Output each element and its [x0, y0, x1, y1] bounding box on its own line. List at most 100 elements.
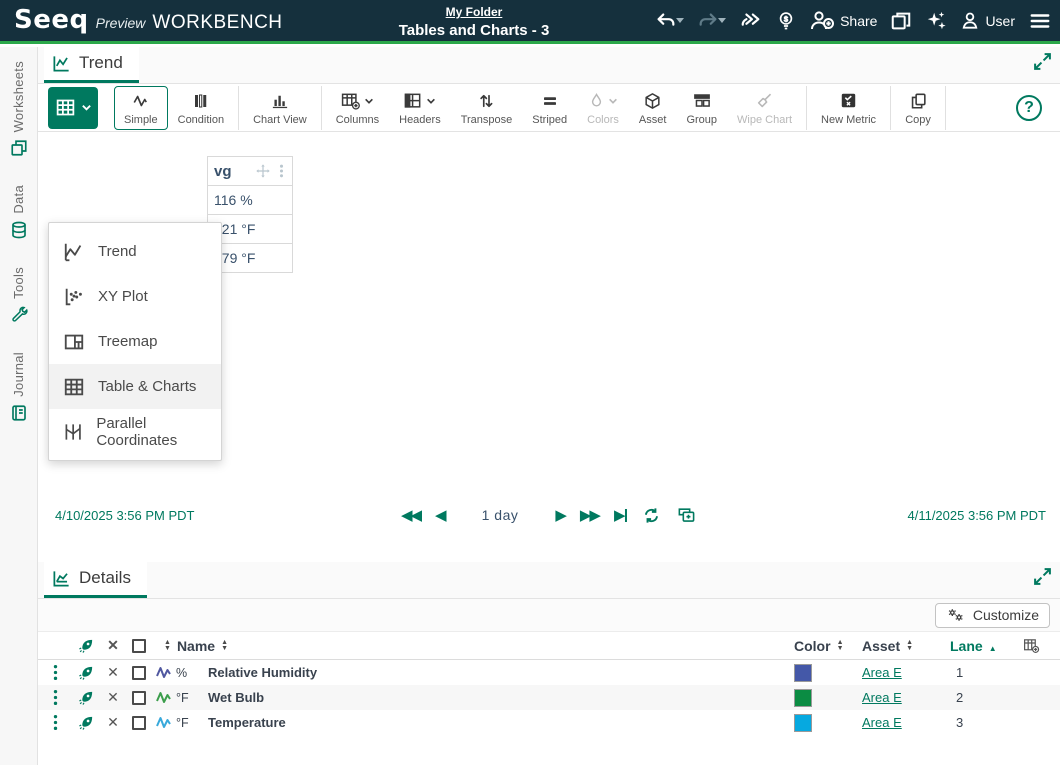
worksheets-overview-button[interactable]: [890, 10, 912, 32]
investigate-button[interactable]: [72, 689, 100, 706]
sort-icon[interactable]: [837, 640, 844, 651]
logo-text: Seeq: [14, 7, 89, 33]
remove-button[interactable]: [100, 714, 126, 731]
sort-icon[interactable]: [221, 640, 228, 651]
asset-link[interactable]: Area E: [862, 715, 902, 730]
toolbar-headers-button[interactable]: Headers: [389, 86, 451, 130]
color-swatch[interactable]: [794, 689, 812, 707]
menu-item-xy-plot[interactable]: XY Plot: [49, 274, 221, 319]
select-all-checkbox[interactable]: [126, 639, 152, 653]
menu-item-treemap[interactable]: Treemap: [49, 319, 221, 364]
toolbar-chart-view-button[interactable]: Chart View: [243, 86, 317, 130]
rocket-icon: [78, 637, 95, 654]
investigate-all-button[interactable]: [72, 637, 100, 654]
sidebar-item-tools[interactable]: Tools: [10, 267, 28, 324]
customize-button[interactable]: Customize: [935, 603, 1050, 628]
row-checkbox[interactable]: [126, 716, 152, 730]
toolbar-wipe-chart-button[interactable]: Wipe Chart: [727, 86, 802, 130]
seeq-logo[interactable]: Seeq Preview WORKBENCH: [0, 7, 283, 34]
columns-icon: [340, 91, 361, 111]
undo-button[interactable]: [655, 10, 684, 32]
step-forward-full-button[interactable]: ▶▶: [580, 506, 599, 524]
remove-button[interactable]: [100, 664, 126, 681]
toolbar-transpose-button[interactable]: Transpose: [451, 86, 523, 130]
kebab-icon: [53, 714, 58, 731]
step-back-full-button[interactable]: ◀◀: [401, 506, 420, 524]
row-menu-button[interactable]: [38, 664, 72, 681]
column-header-color[interactable]: Color: [794, 638, 862, 654]
sort-icon[interactable]: [164, 640, 171, 651]
sort-ascending-icon: [989, 638, 997, 654]
help-button[interactable]: ?: [1016, 95, 1042, 121]
share-button[interactable]: Share: [809, 10, 877, 32]
toolbar-condition-button[interactable]: Condition: [168, 86, 234, 130]
customize-label: Customize: [973, 607, 1039, 623]
trend-expand-button[interactable]: [1033, 52, 1052, 71]
details-expand-button[interactable]: [1033, 567, 1052, 586]
row-menu-button[interactable]: [38, 714, 72, 731]
investigate-button[interactable]: [72, 664, 100, 681]
toolbar-columns-button[interactable]: Columns: [326, 86, 389, 130]
sidebar-item-data[interactable]: Data: [10, 185, 28, 239]
undo-caret-icon[interactable]: [676, 18, 684, 23]
asset-link[interactable]: Area E: [862, 665, 902, 680]
remove-all-button[interactable]: [100, 637, 126, 654]
workbench-label: WORKBENCH: [152, 12, 282, 34]
add-column-button[interactable]: [1005, 637, 1060, 654]
toolbar-simple-button[interactable]: Simple: [114, 86, 168, 130]
toolbar-asset-button[interactable]: Asset: [629, 86, 677, 130]
remove-button[interactable]: [100, 689, 126, 706]
step-to-end-button[interactable]: ▶: [614, 506, 627, 524]
sidebar-item-worksheets[interactable]: Worksheets: [10, 61, 28, 157]
toolbar-colors-button[interactable]: Colors: [577, 86, 629, 130]
trend-tab-label: Trend: [79, 53, 123, 73]
item-name[interactable]: Relative Humidity: [202, 665, 794, 680]
toolbar-new-metric-button[interactable]: New Metric: [811, 86, 886, 130]
menu-item-table-charts[interactable]: Table & Charts: [49, 364, 221, 409]
item-name[interactable]: Temperature: [202, 715, 794, 730]
auto-update-icon[interactable]: [642, 506, 661, 525]
color-swatch[interactable]: [794, 664, 812, 682]
sidebar-item-journal[interactable]: Journal: [10, 352, 28, 422]
row-checkbox[interactable]: [126, 666, 152, 680]
view-selector-button[interactable]: [48, 87, 98, 129]
column-menu-icon[interactable]: [275, 163, 288, 179]
step-back-half-button[interactable]: ◀: [435, 506, 445, 524]
sort-icon[interactable]: [906, 640, 913, 651]
redo-caret-icon[interactable]: [718, 18, 726, 23]
item-name[interactable]: Wet Bulb: [202, 690, 794, 705]
summary-table-cell[interactable]: 116 %: [207, 186, 293, 215]
striped-icon: [541, 92, 559, 110]
display-range-end[interactable]: 4/11/2025 3:56 PM PDT: [907, 508, 1046, 523]
redo-button[interactable]: [697, 10, 726, 32]
color-swatch[interactable]: [794, 714, 812, 732]
asset-link[interactable]: Area E: [862, 690, 902, 705]
tab-details[interactable]: Details: [44, 561, 147, 598]
fast-follow-button[interactable]: [739, 10, 763, 32]
duration-label[interactable]: 1 day: [482, 507, 519, 523]
investigate-button[interactable]: [72, 714, 100, 731]
toolbar-group-button[interactable]: Group: [676, 86, 727, 130]
menu-item-trend[interactable]: Trend: [49, 229, 221, 274]
toolbar-copy-button[interactable]: Copy: [895, 86, 941, 130]
display-range-start[interactable]: 4/10/2025 3:56 PM PDT: [55, 508, 194, 523]
user-menu-button[interactable]: User: [960, 10, 1015, 32]
menu-item-parallel-coordinates[interactable]: Parallel Coordinates: [49, 409, 221, 454]
tab-trend[interactable]: Trend: [44, 46, 139, 83]
move-icon[interactable]: [255, 163, 271, 179]
trend-timebar: 4/10/2025 3:56 PM PDT ◀◀ ◀ 1 day ▶ ▶▶ ▶ …: [38, 500, 1060, 530]
toolbar-striped-button[interactable]: Striped: [522, 86, 577, 130]
breadcrumb-folder-link[interactable]: My Folder: [446, 5, 503, 19]
step-forward-half-button[interactable]: ▶: [555, 506, 565, 524]
toolbar-striped-label: Striped: [532, 114, 567, 126]
capture-range-icon[interactable]: [676, 506, 697, 525]
column-header-name[interactable]: Name: [177, 638, 215, 654]
value-capture-button[interactable]: $: [776, 9, 796, 33]
row-checkbox[interactable]: [126, 691, 152, 705]
main-menu-button[interactable]: [1028, 10, 1052, 32]
row-menu-button[interactable]: [38, 689, 72, 706]
summary-table-header-cell[interactable]: vg: [207, 156, 293, 186]
column-header-asset[interactable]: Asset: [862, 638, 950, 654]
ai-assistant-button[interactable]: [925, 10, 947, 32]
column-header-lane[interactable]: Lane: [950, 638, 1005, 654]
